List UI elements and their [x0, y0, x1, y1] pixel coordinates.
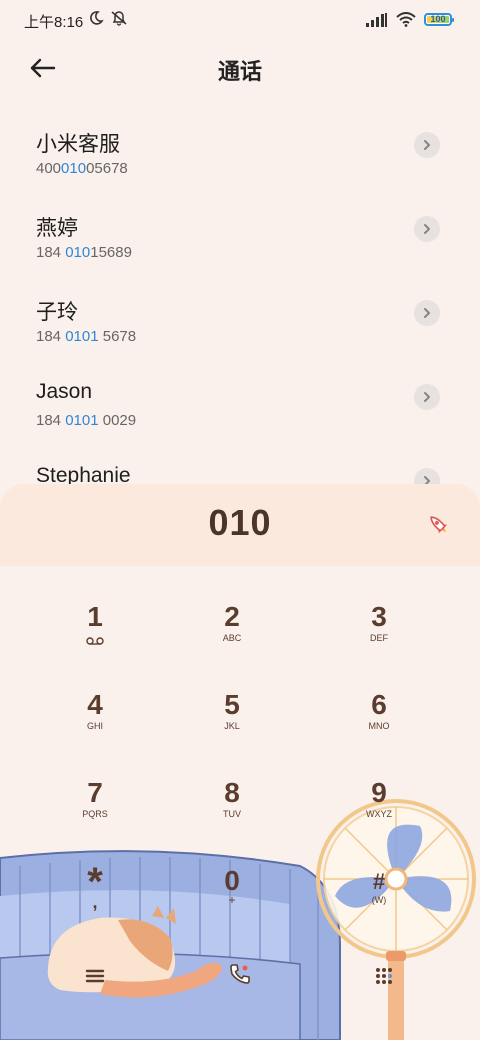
key-0[interactable]: 0 + [184, 866, 280, 936]
key-digit: 7 [87, 777, 103, 808]
contact-name: 子玲 [36, 301, 78, 324]
key-digit: 3 [371, 601, 387, 632]
contact-name: Jason [36, 380, 93, 403]
key-hash[interactable]: # (W) [331, 870, 427, 940]
key-digit: 4 [87, 689, 103, 720]
status-time: 上午8:16 [24, 14, 84, 31]
key-6[interactable]: 6 MNO [331, 690, 427, 760]
dial-display: 010 [0, 484, 480, 566]
dial-input[interactable]: 010 [0, 502, 480, 544]
key-letters: TUV [223, 809, 241, 819]
call-button[interactable] [220, 954, 260, 994]
key-digit: 2 [224, 601, 240, 632]
signal-icon [366, 12, 387, 27]
contact-number: 184 01015689 [36, 244, 132, 261]
key-letters: PQRS [82, 809, 108, 819]
key-digit: 8 [224, 777, 240, 808]
key-2[interactable]: 2 ABC [184, 602, 280, 672]
contact-detail-button[interactable] [414, 384, 440, 410]
menu-icon [85, 969, 105, 983]
rocket-icon [430, 516, 448, 534]
moon-icon [90, 11, 104, 25]
contact-detail-button[interactable] [414, 132, 440, 158]
key-digit: 1 [87, 601, 103, 632]
contact-row[interactable]: 子玲 184 0101 5678 [0, 280, 480, 364]
menu-button[interactable] [75, 956, 115, 996]
contact-number: 184 0101 5678 [36, 328, 137, 345]
contact-name: 燕婷 [36, 217, 78, 240]
voicemail-icon [86, 637, 104, 645]
rocket-button[interactable] [426, 512, 456, 542]
keypad: 1 2 ABC 3 DEF 4 GHI 5 JKL 6 MNO 7 PQRS 8… [0, 566, 480, 1040]
page-title: 通话 [217, 59, 262, 84]
key-9[interactable]: 9 WXYZ [331, 778, 427, 848]
contact-detail-button[interactable] [414, 300, 440, 326]
chevron-right-icon [424, 224, 430, 234]
key-letters: , [92, 892, 98, 912]
contact-number: 40001005678 [36, 160, 128, 177]
status-bar: 上午8:16 100 [0, 0, 480, 40]
key-7[interactable]: 7 PQRS [47, 778, 143, 848]
key-letters: JKL [224, 721, 240, 731]
contact-number: 184 0101 0029 [36, 412, 137, 429]
key-letters: MNO [368, 721, 390, 731]
key-digit: 0 [224, 865, 240, 896]
battery-icon: 100 [424, 13, 454, 26]
dialpad-button[interactable] [364, 956, 404, 996]
header: 通话 [0, 40, 480, 100]
wifi-icon [396, 12, 416, 27]
status-left-icons [88, 10, 128, 26]
chevron-right-icon [424, 140, 430, 150]
dialpad-icon [376, 968, 392, 984]
key-digit: 5 [224, 689, 240, 720]
key-5[interactable]: 5 JKL [184, 690, 280, 760]
status-right: 100 [366, 12, 454, 27]
key-digit: 9 [371, 777, 387, 808]
key-digit: # [372, 869, 386, 894]
contact-detail-button[interactable] [414, 216, 440, 242]
key-letters: GHI [86, 721, 103, 731]
key-digit: 6 [371, 689, 387, 720]
key-letters: (W) [371, 895, 387, 905]
key-letters: ABC [222, 633, 242, 643]
chevron-right-icon [424, 392, 430, 402]
key-8[interactable]: 8 TUV [184, 778, 280, 848]
key-1[interactable]: 1 [47, 602, 143, 672]
battery-level: 100 [430, 14, 446, 24]
phone-icon [230, 964, 250, 984]
key-letters: DEF [370, 633, 388, 643]
contact-row[interactable]: 燕婷 184 01015689 [0, 196, 480, 280]
contact-name: 小米客服 [36, 133, 120, 156]
key-letters: WXYZ [366, 809, 392, 819]
key-letters: + [228, 893, 236, 907]
key-4[interactable]: 4 GHI [47, 690, 143, 760]
key-star[interactable]: * , [47, 862, 143, 934]
key-3[interactable]: 3 DEF [331, 602, 427, 672]
contact-row[interactable]: Jason 184 0101 0029 [0, 364, 480, 448]
chevron-right-icon [424, 308, 430, 318]
contact-row[interactable]: 小米客服 40001005678 [0, 112, 480, 196]
contact-list: 小米客服 40001005678 燕婷 184 01015689 子玲 184 … [0, 112, 480, 492]
mute-bell-icon [111, 11, 127, 26]
